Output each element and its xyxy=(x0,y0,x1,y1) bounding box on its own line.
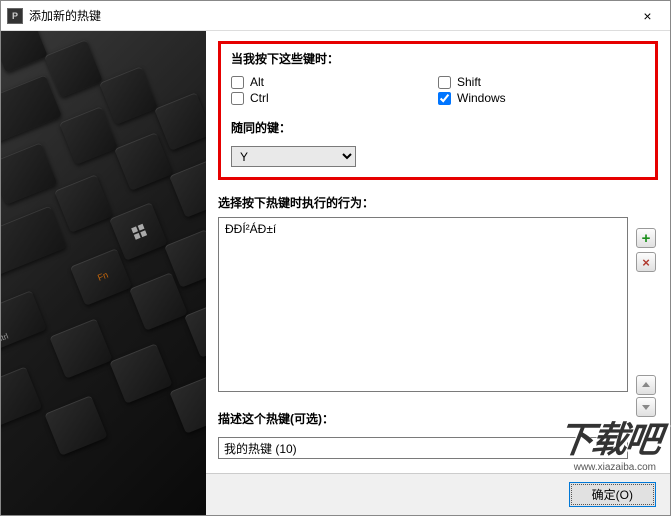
app-icon xyxy=(7,8,23,24)
ctrl-label: Ctrl xyxy=(250,91,269,105)
windows-checkbox[interactable] xyxy=(438,92,451,105)
footer: 确定(O) xyxy=(206,473,670,515)
shift-checkbox-row[interactable]: Shift xyxy=(438,75,645,89)
ctrl-checkbox-row[interactable]: Ctrl xyxy=(231,91,438,105)
titlebar: 添加新的热键 × xyxy=(1,1,670,31)
window-title: 添加新的热键 xyxy=(29,7,625,24)
modifiers-label: 当我按下这些键时： xyxy=(231,50,645,67)
describe-input[interactable] xyxy=(218,437,628,459)
shift-checkbox[interactable] xyxy=(438,76,451,89)
action-label: 选择按下热键时执行的行为： xyxy=(218,194,658,211)
shift-label: Shift xyxy=(457,75,481,89)
withkey-select[interactable]: Y xyxy=(231,146,356,167)
highlight-box: 当我按下这些键时： Alt Ctrl Shift xyxy=(218,41,658,180)
add-action-button[interactable]: + xyxy=(636,228,656,248)
keyboard-image: Fn Ctrl xyxy=(1,31,206,515)
action-item[interactable]: ÐÐÍ²ÁÐ±í xyxy=(225,222,621,236)
fn-key: Fn xyxy=(70,248,132,306)
ctrl-key: Ctrl xyxy=(1,290,47,350)
sidebar-image: Fn Ctrl xyxy=(1,31,206,515)
withkey-label: 随同的键： xyxy=(231,119,645,136)
ok-button[interactable]: 确定(O) xyxy=(569,482,656,507)
action-list[interactable]: ÐÐÍ²ÁÐ±í xyxy=(218,217,628,392)
move-down-button[interactable] xyxy=(636,397,656,417)
remove-action-button[interactable]: × xyxy=(636,252,656,272)
ctrl-checkbox[interactable] xyxy=(231,92,244,105)
windows-label: Windows xyxy=(457,91,506,105)
move-up-button[interactable] xyxy=(636,375,656,395)
alt-label: Alt xyxy=(250,75,264,89)
content-area: 当我按下这些键时： Alt Ctrl Shift xyxy=(206,31,670,515)
alt-checkbox-row[interactable]: Alt xyxy=(231,75,438,89)
windows-checkbox-row[interactable]: Windows xyxy=(438,91,645,105)
main-area: Fn Ctrl 当我按下这些键时： Alt Ctrl xyxy=(1,31,670,515)
close-button[interactable]: × xyxy=(625,1,670,30)
alt-checkbox[interactable] xyxy=(231,76,244,89)
describe-label: 描述这个热键(可选)： xyxy=(218,410,658,427)
